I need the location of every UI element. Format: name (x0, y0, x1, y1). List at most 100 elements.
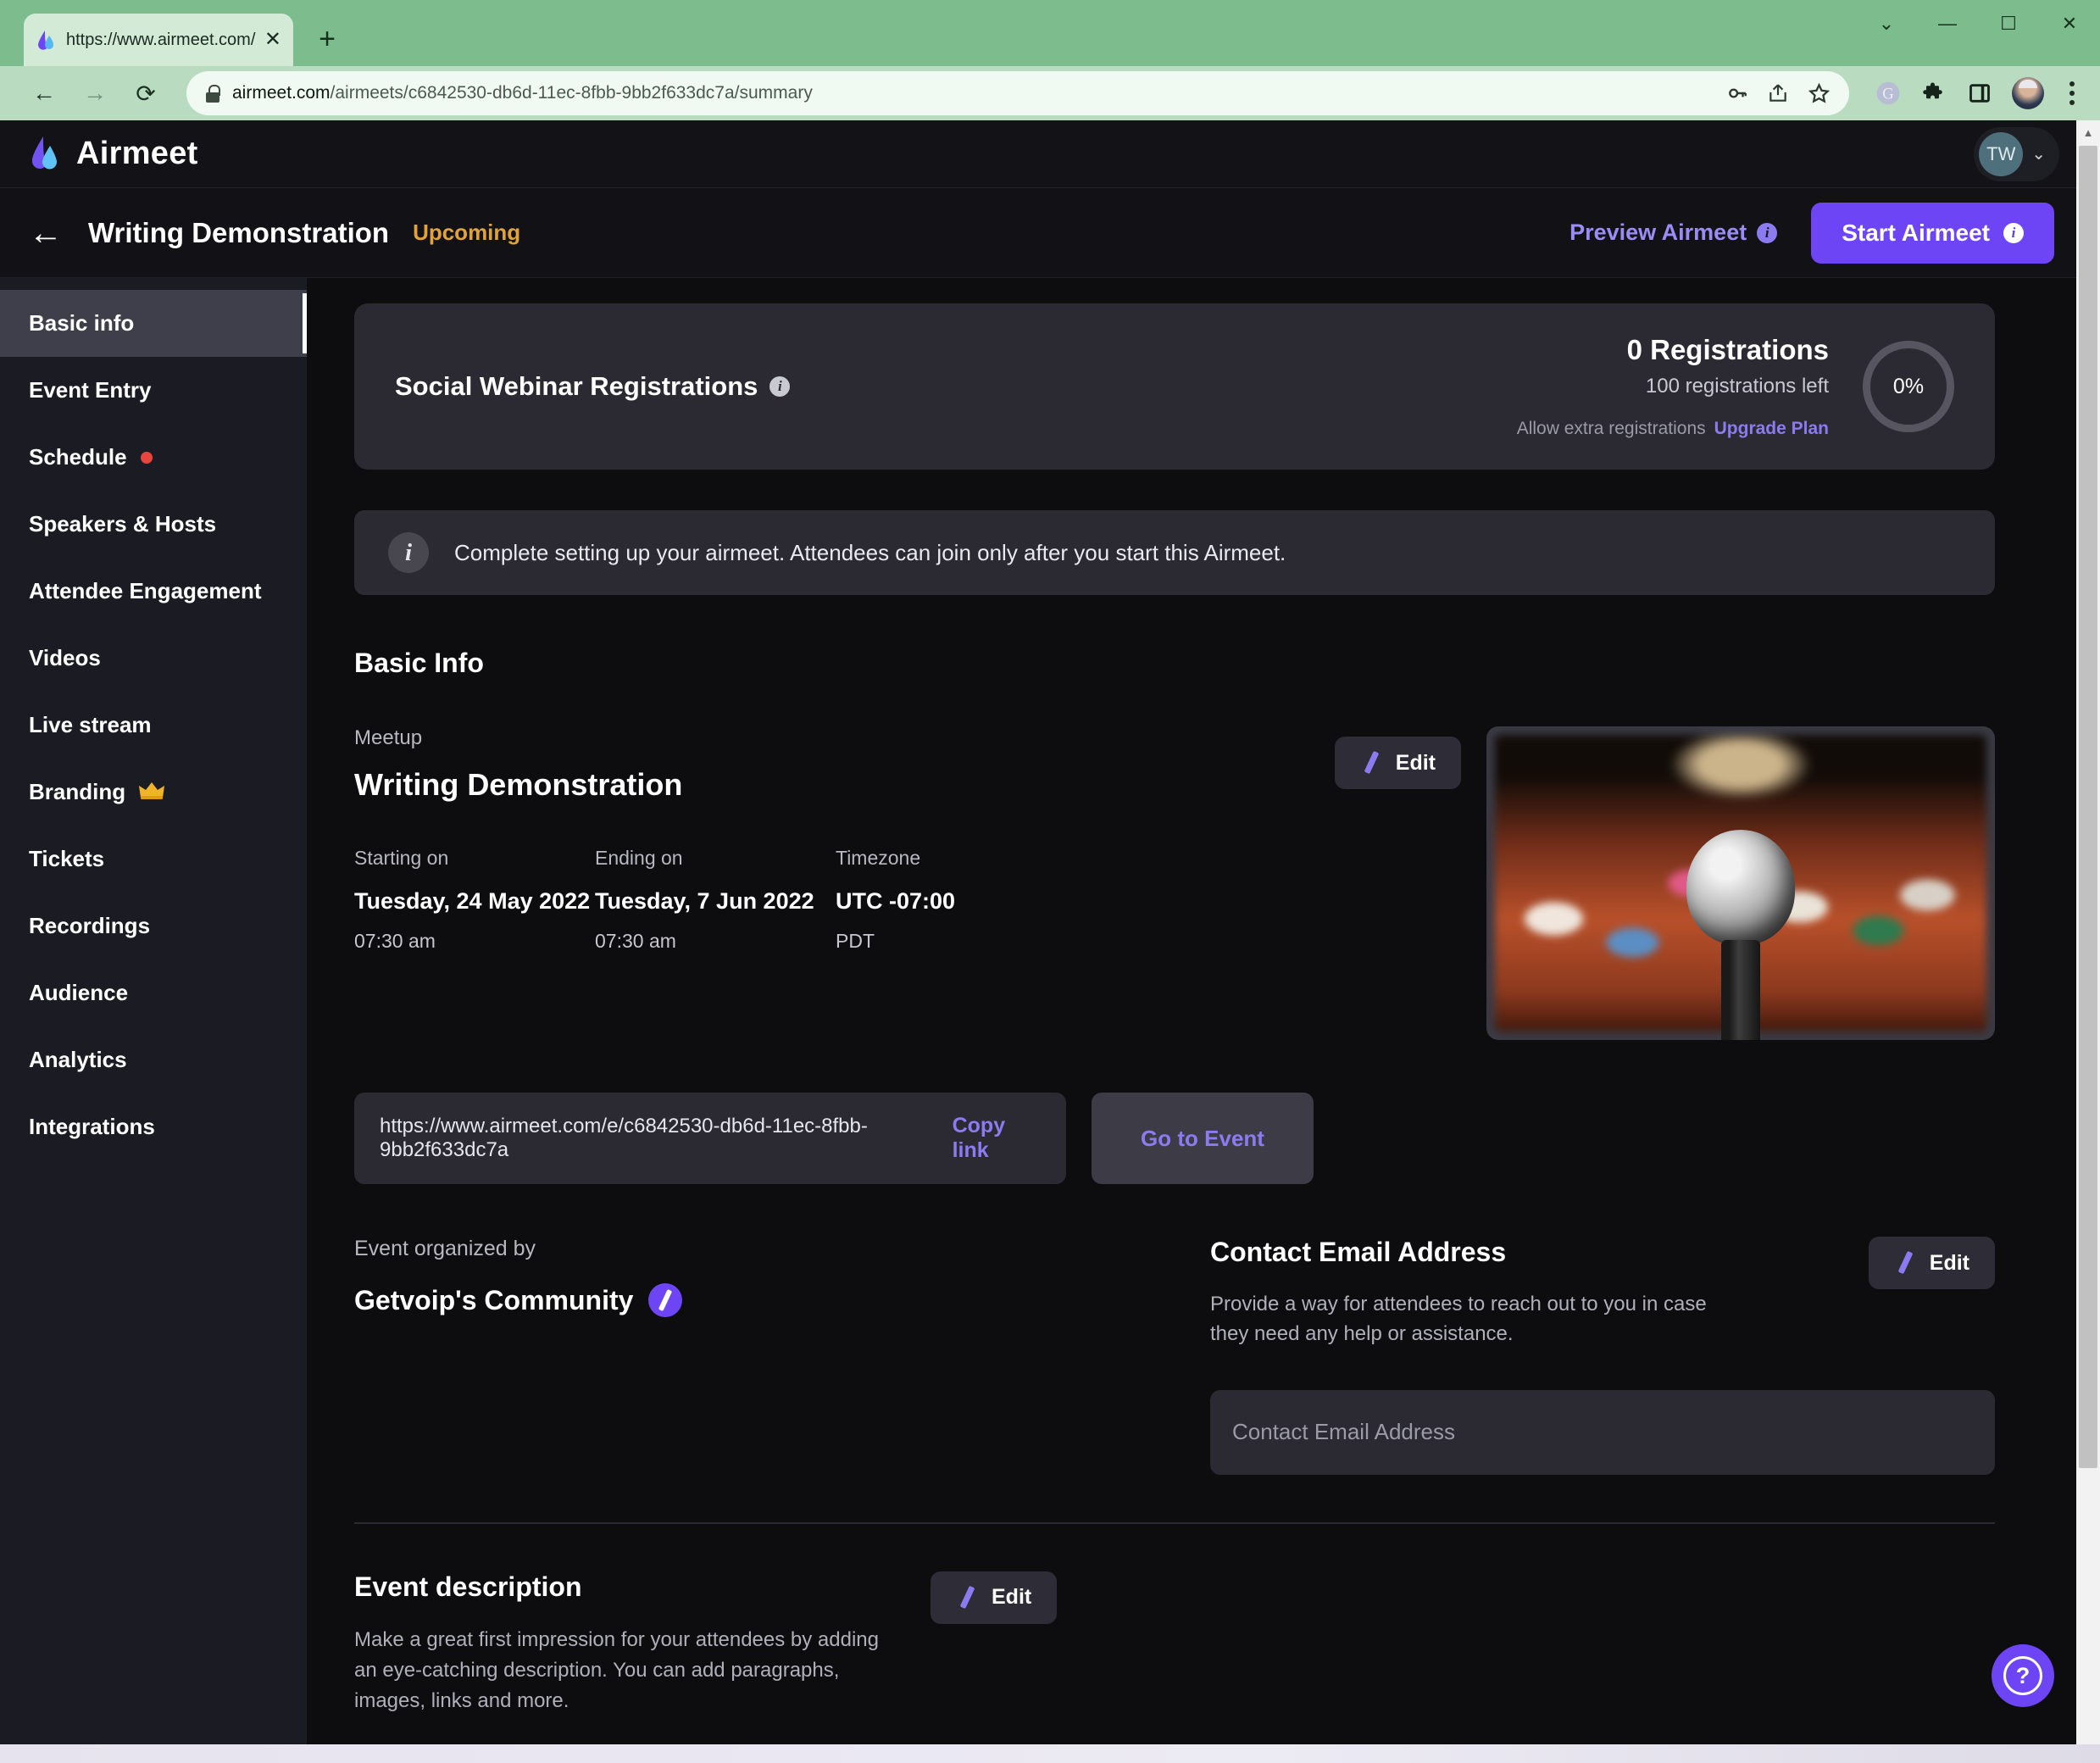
edit-basic-info-button[interactable]: Edit (1334, 737, 1461, 789)
back-arrow-icon[interactable]: ← (29, 216, 63, 250)
bookmark-star-icon[interactable] (1808, 82, 1831, 105)
browser-menu-icon[interactable] (2064, 81, 2080, 105)
registrations-summary: 0 Registrations 100 registrations left A… (1517, 334, 1954, 439)
profile-avatar[interactable] (2012, 77, 2044, 109)
svg-text:G: G (1882, 86, 1893, 103)
event-link-url: https://www.airmeet.com/e/c6842530-db6d-… (380, 1115, 868, 1161)
browser-tab[interactable]: https://www.airmeet.com/airmee ✕ (24, 14, 293, 66)
sidebar-item-integrations[interactable]: Integrations (0, 1093, 307, 1160)
microphone-icon (1686, 830, 1795, 1040)
organizer-name-row: Getvoip's Community (354, 1283, 1185, 1317)
setup-alert-text: Complete setting up your airmeet. Attend… (454, 539, 1286, 565)
event-link-box: https://www.airmeet.com/e/c6842530-db6d-… (354, 1093, 1066, 1184)
timezone-column: Timezone UTC -07:00 PDT (836, 847, 1076, 953)
contact-email-input[interactable] (1210, 1389, 1995, 1475)
sidebar-item-analytics[interactable]: Analytics (0, 1026, 307, 1093)
info-icon[interactable]: i (769, 376, 791, 397)
copy-link-button[interactable]: Copy link (953, 1114, 1041, 1163)
timezone-abbr: PDT (836, 930, 875, 952)
account-menu[interactable]: TW ⌄ (1974, 126, 2059, 181)
sidebar-item-branding[interactable]: Branding (0, 759, 307, 826)
ending-on-time: 07:30 am (595, 930, 676, 952)
registrations-count: 0 Registrations (1626, 334, 1829, 365)
edit-label: Edit (992, 1585, 1032, 1610)
url-path: /airmeets/c6842530-db6d-11ec-8fbb-9bb2f6… (330, 83, 813, 103)
address-bar[interactable]: airmeet.com/airmeets/c6842530-db6d-11ec-… (186, 71, 1849, 115)
sidebar-item-tickets[interactable]: Tickets (0, 826, 307, 893)
sidebar-item-label: Basic info (29, 310, 135, 336)
upgrade-plan-link[interactable]: Upgrade Plan (1714, 419, 1829, 438)
starting-on-column: Starting on Tuesday, 24 May 2022 07:30 a… (354, 847, 595, 953)
share-icon[interactable] (1767, 82, 1789, 104)
sidebar-item-basic-info[interactable]: Basic info (0, 290, 307, 357)
sidebar-item-event-entry[interactable]: Event Entry (0, 357, 307, 424)
scrollbar-thumb[interactable] (2079, 146, 2097, 1468)
page-title: Writing Demonstration (88, 216, 390, 248)
edit-event-description-button[interactable]: Edit (931, 1571, 1058, 1624)
event-type-label: Meetup (354, 726, 423, 749)
crown-icon (139, 781, 165, 804)
sidebar-item-label: Recordings (29, 913, 151, 938)
pencil-icon (1894, 1252, 1916, 1274)
help-button[interactable]: ? (1992, 1644, 2054, 1707)
info-icon: i (2003, 222, 2024, 243)
event-link-row: https://www.airmeet.com/e/c6842530-db6d-… (354, 1093, 1995, 1184)
back-icon[interactable]: ← (20, 70, 68, 117)
window-close-button[interactable]: ✕ (2039, 0, 2100, 47)
sidebar-item-attendee-engagement[interactable]: Attendee Engagement (0, 558, 307, 625)
alert-dot-icon (140, 451, 153, 464)
window-controls: ⌄ — ☐ ✕ (1856, 0, 2100, 47)
new-tab-button[interactable]: + (303, 15, 351, 63)
edit-contact-email-button[interactable]: Edit (1868, 1237, 1995, 1289)
ending-on-date: Tuesday, 7 Jun 2022 (595, 888, 814, 914)
page-scrollbar[interactable]: ▲ (2076, 120, 2100, 1744)
go-to-event-button[interactable]: Go to Event (1092, 1093, 1314, 1184)
pencil-icon (1360, 752, 1382, 774)
timezone-value: UTC -07:00 (836, 888, 956, 914)
sidebar-item-label: Attendee Engagement (29, 578, 262, 603)
side-panel-icon[interactable] (1968, 81, 1992, 105)
setup-alert-banner: i Complete setting up your airmeet. Atte… (354, 510, 1995, 595)
start-airmeet-button[interactable]: Start Airmeet i (1811, 202, 2054, 264)
edit-label: Edit (1929, 1250, 1969, 1275)
sidebar-item-schedule[interactable]: Schedule (0, 424, 307, 491)
tab-search-chevron-icon[interactable]: ⌄ (1856, 0, 1917, 47)
edit-organizer-icon[interactable] (648, 1283, 683, 1317)
registrations-card: Social Webinar Registrations i 0 Registr… (354, 303, 1995, 470)
event-description-section: Event description Make a great first imp… (354, 1571, 1995, 1716)
sidebar-item-speakers-hosts[interactable]: Speakers & Hosts (0, 491, 307, 558)
allow-extra-registrations: Allow extra registrations Upgrade Plan (1517, 419, 1829, 439)
app-topbar: Airmeet TW ⌄ (0, 120, 2100, 188)
info-icon: i (1757, 222, 1778, 243)
pencil-icon (956, 1587, 978, 1609)
reload-icon[interactable]: ⟳ (122, 70, 169, 117)
extensions-puzzle-icon[interactable] (1922, 81, 1947, 106)
airmeet-logo-icon (29, 136, 63, 173)
window-maximize-button[interactable]: ☐ (1978, 0, 2039, 47)
sidebar-item-live-stream[interactable]: Live stream (0, 692, 307, 759)
body-row: Basic info Event Entry Schedule Speakers… (0, 278, 2100, 1744)
brand[interactable]: Airmeet (29, 136, 198, 173)
ending-on-label: Ending on (595, 847, 683, 869)
sidebar-item-label: Analytics (29, 1047, 127, 1072)
event-description-body: Make a great first impression for your a… (354, 1627, 879, 1712)
divider (354, 1521, 1995, 1524)
browser-toolbar: ← → ⟳ airmeet.com/airmeets/c6842530-db6d… (0, 66, 2100, 120)
scrollbar-up-arrow-icon[interactable]: ▲ (2076, 120, 2100, 144)
sidebar-item-label: Audience (29, 980, 129, 1005)
avatar: TW (1979, 131, 2024, 176)
sidebar-item-audience[interactable]: Audience (0, 959, 307, 1026)
sidebar-item-recordings[interactable]: Recordings (0, 893, 307, 959)
event-header: ← Writing Demonstration Upcoming Preview… (0, 188, 2100, 278)
preview-airmeet-button[interactable]: Preview Airmeet i (1569, 220, 1778, 246)
allow-extra-label: Allow extra registrations (1516, 419, 1706, 438)
event-banner-image (1486, 726, 1995, 1040)
window-minimize-button[interactable]: — (1917, 0, 1978, 47)
sidebar-item-videos[interactable]: Videos (0, 625, 307, 692)
event-name: Writing Demonstration (354, 767, 683, 802)
tab-close-icon[interactable]: ✕ (264, 30, 281, 50)
forward-icon[interactable]: → (71, 70, 119, 117)
sidebar-item-label: Tickets (29, 846, 105, 871)
grammarly-icon[interactable]: G (1875, 80, 1902, 107)
key-icon[interactable] (1726, 82, 1748, 104)
